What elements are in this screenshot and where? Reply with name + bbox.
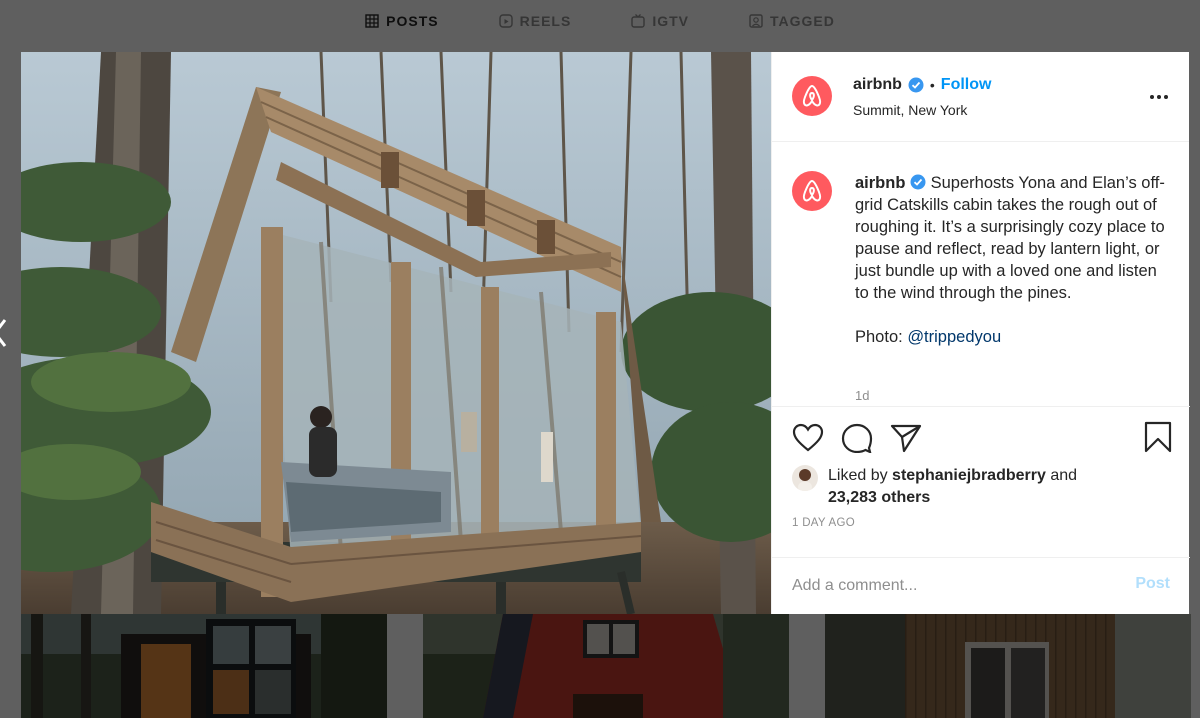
comment-icon — [841, 423, 873, 454]
post-modal: airbnb • Follow Summit, New York airbnb … — [21, 52, 1190, 614]
liked-by-user[interactable]: stephaniejbradberry — [892, 467, 1046, 484]
chevron-left-icon — [0, 319, 7, 347]
caption-age: 1d — [855, 388, 870, 403]
tagged-icon — [749, 14, 763, 28]
grid-post-thumbnail[interactable] — [825, 614, 1191, 718]
separator-dot: • — [929, 77, 935, 93]
liker-avatar[interactable] — [792, 465, 818, 491]
profile-tabs: POSTS REELS IGTV TAGGED — [0, 0, 1200, 42]
send-icon — [890, 424, 922, 453]
person-avatar-icon — [798, 469, 812, 491]
liked-by-and: and — [1050, 467, 1078, 484]
caption-username[interactable]: airbnb — [855, 174, 905, 192]
heart-icon — [792, 423, 824, 452]
reels-icon — [498, 14, 513, 28]
liked-by-others[interactable]: 23,283 others — [828, 489, 930, 506]
avatar[interactable] — [792, 76, 832, 116]
comment-box: Post — [772, 557, 1190, 612]
tab-reels[interactable]: REELS — [498, 0, 572, 42]
grid-icon — [365, 14, 379, 28]
tab-posts-label: POSTS — [386, 13, 439, 29]
tab-tagged[interactable]: TAGGED — [749, 0, 835, 42]
more-options-icon — [1150, 95, 1168, 99]
post-caption: airbnb Superhosts Yona and Elan’s off-gr… — [772, 143, 1190, 405]
photo-credit-link[interactable]: @trippedyou — [907, 328, 1001, 346]
post-photo[interactable] — [21, 52, 771, 614]
caption-avatar[interactable] — [792, 171, 832, 211]
airbnb-logo-icon — [802, 179, 822, 202]
previous-post-button[interactable] — [0, 318, 8, 353]
modern-cabin-image — [21, 614, 387, 718]
tab-igtv-label: IGTV — [652, 13, 689, 29]
share-button[interactable] — [890, 423, 922, 458]
likes-summary: Liked by stephaniejbradberry and 23,283 … — [828, 465, 1077, 509]
post-comment-button[interactable]: Post — [1135, 575, 1170, 593]
post-sidebar: airbnb • Follow Summit, New York airbnb … — [771, 52, 1190, 614]
glass-cabin-photo — [21, 52, 771, 614]
comment-button[interactable] — [841, 423, 873, 458]
airbnb-logo-icon — [802, 84, 822, 107]
liked-by-prefix: Liked by — [828, 467, 888, 484]
tab-tagged-label: TAGGED — [769, 13, 835, 29]
photo-credit-label: Photo: — [855, 328, 903, 346]
post-header: airbnb • Follow Summit, New York — [772, 52, 1189, 142]
verified-badge-icon — [910, 174, 926, 190]
post-actions: Liked by stephaniejbradberry and 23,283 … — [772, 406, 1190, 611]
igtv-icon — [631, 14, 646, 28]
post-date[interactable]: 1 DAY AGO — [792, 517, 855, 529]
verified-badge-icon — [908, 77, 924, 93]
comment-input[interactable] — [792, 574, 1102, 598]
save-button[interactable] — [1144, 421, 1172, 458]
bookmark-icon — [1144, 421, 1172, 453]
follow-button[interactable]: Follow — [941, 76, 992, 94]
caption-text: airbnb Superhosts Yona and Elan’s off-gr… — [855, 172, 1165, 348]
tab-posts[interactable]: POSTS — [365, 0, 438, 42]
tab-igtv[interactable]: IGTV — [631, 0, 689, 42]
like-button[interactable] — [792, 423, 824, 458]
grid-post-thumbnail[interactable] — [423, 614, 789, 718]
wood-cabin-image — [825, 614, 1191, 718]
a-frame-cabin-image — [423, 614, 789, 718]
tab-reels-label: REELS — [519, 13, 572, 29]
caption-body: Superhosts Yona and Elan’s off-grid Cats… — [855, 174, 1165, 302]
grid-post-thumbnail[interactable] — [21, 614, 387, 718]
post-location[interactable]: Summit, New York — [853, 102, 967, 118]
post-username[interactable]: airbnb — [853, 76, 902, 94]
profile-grid — [21, 614, 1200, 718]
more-options-button[interactable] — [1149, 88, 1169, 106]
